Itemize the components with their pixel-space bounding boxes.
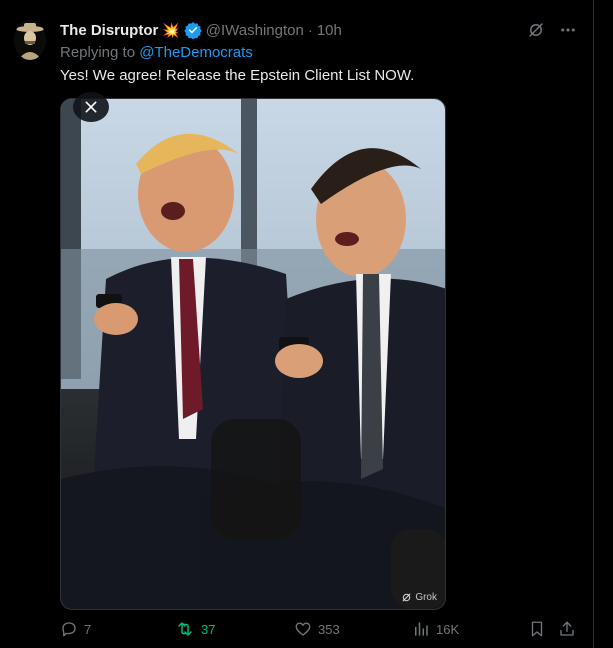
- reply-icon: [62, 622, 76, 637]
- name-emoji: 💥: [162, 21, 180, 38]
- separator-dot: ·: [307, 21, 313, 39]
- like-button[interactable]: 353: [294, 620, 340, 638]
- image-watermark: Grok: [401, 592, 437, 603]
- user-handle[interactable]: @IWashington: [206, 22, 304, 39]
- retweet-count: 37: [201, 621, 216, 637]
- reply-button[interactable]: 7: [60, 620, 91, 638]
- share-icon: [560, 621, 574, 636]
- retweet-button[interactable]: 37: [175, 620, 215, 638]
- avatar[interactable]: [14, 20, 46, 60]
- watermark-text: Grok: [415, 592, 437, 603]
- views-button[interactable]: 16K: [412, 620, 459, 638]
- tweet-top-actions: [527, 21, 577, 39]
- views-icon: [415, 622, 428, 636]
- replying-prefix: Replying to: [60, 44, 136, 61]
- share-button[interactable]: [558, 620, 576, 638]
- tweet-text: Yes! We agree! Release the Epstein Clien…: [60, 67, 415, 84]
- more-icon[interactable]: [559, 21, 577, 39]
- replying-to-line: Replying to @TheDemocrats: [60, 44, 253, 61]
- tweet-time[interactable]: 10h: [317, 22, 342, 39]
- tweet-header: The Disruptor 💥 @IWashington · 10h: [60, 20, 342, 40]
- replying-to-mention[interactable]: @TheDemocrats: [139, 44, 253, 61]
- like-count: 353: [318, 621, 340, 637]
- verified-badge-icon: [184, 21, 202, 39]
- close-icon: [85, 101, 97, 113]
- avatar-image: [14, 20, 46, 60]
- tweet-media[interactable]: Grok: [60, 98, 446, 610]
- grok-icon[interactable]: [527, 21, 545, 39]
- display-name[interactable]: The Disruptor: [60, 22, 158, 39]
- bookmark-icon: [531, 621, 543, 637]
- grok-watermark-icon: [402, 593, 411, 602]
- retweet-icon: [178, 622, 192, 636]
- like-icon: [295, 622, 311, 636]
- views-count: 16K: [436, 621, 460, 637]
- media-image: [61, 99, 445, 609]
- tweet-action-bar: 7 37 353 16K: [60, 620, 580, 644]
- bookmark-button[interactable]: [528, 620, 546, 638]
- close-media-button[interactable]: [73, 92, 109, 122]
- reply-count: 7: [84, 621, 92, 637]
- timeline-divider: [593, 0, 594, 648]
